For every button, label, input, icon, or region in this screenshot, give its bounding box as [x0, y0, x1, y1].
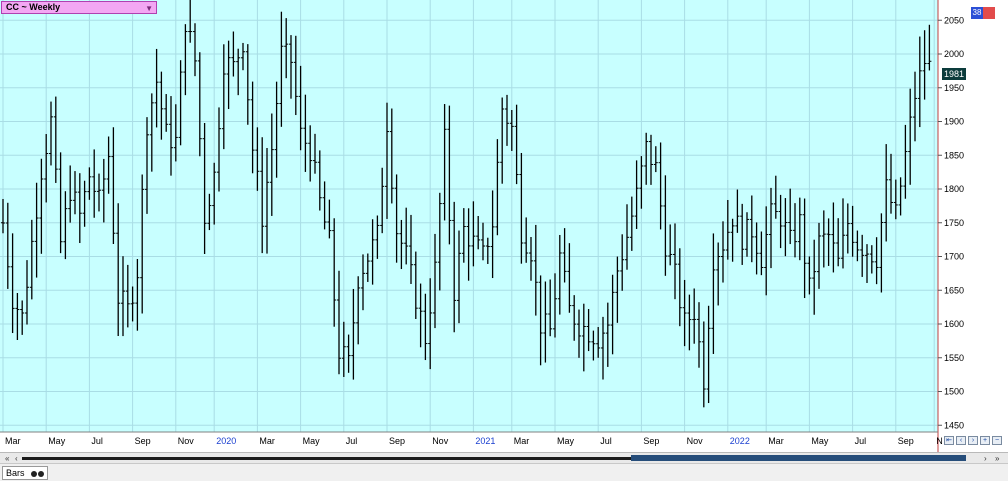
x-tick-label: Nov: [687, 436, 704, 446]
y-tick-label: 2000: [944, 49, 964, 59]
x-tick-label: Mar: [259, 436, 275, 446]
y-tick-label: 1900: [944, 117, 964, 127]
chart-title[interactable]: CC ~ Weekly ▼: [1, 1, 157, 14]
y-tick-label: 1450: [944, 420, 964, 430]
nav-prev-icon[interactable]: ‹: [956, 436, 966, 445]
y-tick-label: 1550: [944, 353, 964, 363]
x-tick-label: Jul: [600, 436, 612, 446]
chart-plot-area: 1450 1500 1550 1600 1650 1700 1750 1800 1850 1900…: [0, 0, 1008, 452]
y-tick-label: 1500: [944, 387, 964, 397]
price-chart: 1450 1500 1550 1600 1650 1700 1750 1800 1850 1900…: [0, 0, 964, 452]
x-tick-label: Jul: [855, 436, 867, 446]
scroll-right-icon[interactable]: »: [995, 454, 999, 463]
title-dropdown-icon[interactable]: ▼: [145, 3, 153, 14]
x-tick-label: 2022: [730, 436, 750, 446]
scroll-step-right-icon[interactable]: ›: [984, 454, 987, 463]
x-tick-label: May: [48, 436, 66, 446]
x-tick-label: 2020: [216, 436, 236, 446]
status-bar: Bars: [0, 463, 1008, 481]
link-icon: [30, 468, 45, 480]
y-tick-label: 1950: [944, 83, 964, 93]
nav-zoom-out-icon[interactable]: −: [992, 436, 1002, 445]
nav-next-icon[interactable]: ›: [968, 436, 978, 445]
x-tick-label: Mar: [768, 436, 784, 446]
y-tick-label: 1750: [944, 218, 964, 228]
x-tick-label: Jul: [346, 436, 358, 446]
x-tick-label: May: [811, 436, 829, 446]
x-tick-label: Nov: [432, 436, 449, 446]
x-tick-label: Sep: [389, 436, 405, 446]
scroll-left-icon[interactable]: «: [5, 454, 9, 463]
bars-tab-label: Bars: [6, 468, 25, 478]
x-tick-label: Sep: [135, 436, 151, 446]
y-tick-label: 1650: [944, 285, 964, 295]
last-price-flag: 1981: [942, 68, 966, 80]
scroll-step-left-icon[interactable]: ‹: [15, 454, 18, 463]
y-tick-label: 1600: [944, 319, 964, 329]
y-tick-label: 1700: [944, 252, 964, 262]
x-tick-label: 2021: [475, 436, 495, 446]
x-tick-label: Nov: [178, 436, 195, 446]
x-tick-label: Sep: [898, 436, 914, 446]
corner-badge-count[interactable]: 38: [971, 7, 983, 19]
x-axis-labels: Mar May Jul Sep Nov 2020 Mar May Jul Sep Nov 2021 Ma…: [5, 436, 943, 446]
scroll-thumb[interactable]: [631, 455, 966, 461]
nav-first-icon[interactable]: ⇤: [944, 436, 954, 445]
bars-tab[interactable]: Bars: [2, 466, 49, 480]
x-tick-label: Mar: [5, 436, 21, 446]
chart-title-text: CC ~ Weekly: [6, 2, 61, 12]
x-tick-label: Jul: [91, 436, 103, 446]
corner-badge-close-icon[interactable]: [983, 7, 995, 19]
x-tick-label: Sep: [643, 436, 659, 446]
x-tick-label: May: [303, 436, 321, 446]
y-tick-label: 1800: [944, 184, 964, 194]
x-tick-label: N: [936, 436, 943, 446]
y-tick-label: 1850: [944, 150, 964, 160]
nav-zoom-in-icon[interactable]: +: [980, 436, 990, 445]
y-tick-label: 2050: [944, 15, 964, 25]
x-tick-label: May: [557, 436, 575, 446]
x-tick-label: Mar: [514, 436, 530, 446]
